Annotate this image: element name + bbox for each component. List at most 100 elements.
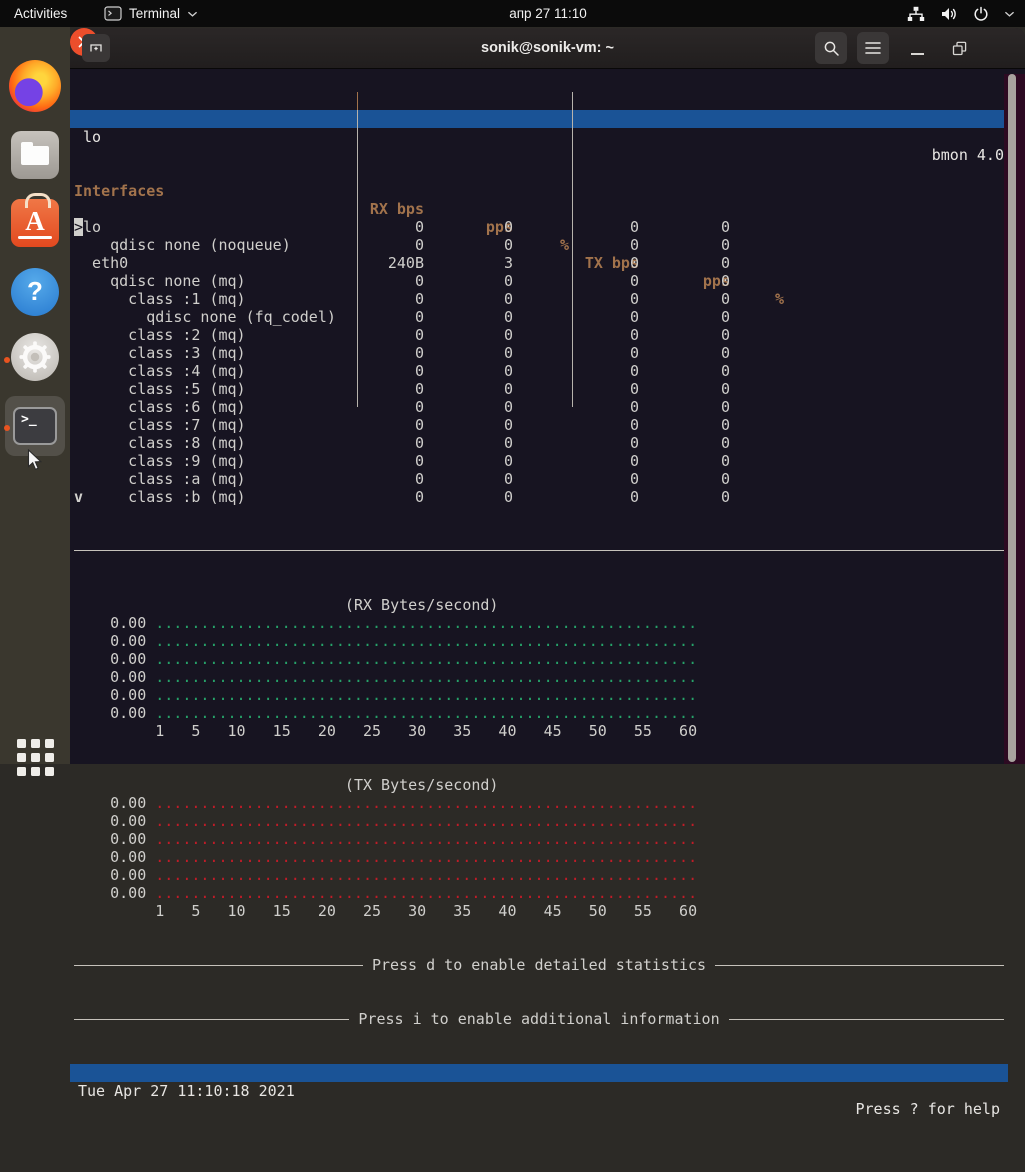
stat-value: 0 <box>423 290 513 308</box>
dock-item-help[interactable]: ? <box>11 268 59 316</box>
graph-dots: ........................................… <box>155 830 697 848</box>
graph-line: 0.00....................................… <box>70 668 1008 686</box>
graph-line: 0.00....................................… <box>70 794 1008 812</box>
graph-line: 0.00....................................… <box>70 650 1008 668</box>
bmon-table-row: class :9 (mq)0000 <box>70 452 1008 470</box>
scrollbar-thumb[interactable] <box>1008 74 1016 762</box>
message-text: Press i to enable additional information <box>349 1010 728 1028</box>
stat-value: 0 <box>640 344 730 362</box>
software-letter: A <box>11 206 59 237</box>
files-icon <box>21 146 49 165</box>
stat-value: 0 <box>334 452 424 470</box>
stat-value: 0 <box>640 236 730 254</box>
dash-rule <box>74 1019 349 1020</box>
graph-y-label: 0.00 <box>74 848 146 866</box>
column-separator <box>572 92 573 407</box>
graph-dots: ........................................… <box>155 794 697 812</box>
stat-value: 0 <box>549 290 639 308</box>
bmon-table-row: class :1 (mq)0000 <box>70 290 1008 308</box>
graph-y-label: 0.00 <box>74 866 146 884</box>
stat-value: 0 <box>549 398 639 416</box>
stat-value: 0 <box>334 380 424 398</box>
app-grid-button[interactable] <box>17 739 53 775</box>
stat-value: 0 <box>423 398 513 416</box>
terminal-app-icon <box>104 6 122 21</box>
graph-y-label: 0.00 <box>74 632 146 650</box>
bmon-selected-interface: lo <box>83 128 101 146</box>
stat-value: 0 <box>640 326 730 344</box>
stat-value: 0 <box>334 236 424 254</box>
stat-value: 0 <box>423 236 513 254</box>
dash-rule <box>74 965 363 966</box>
menu-button[interactable] <box>857 32 889 64</box>
terminal-screen[interactable]: lo bmon 4.0 Interfaces RX bps pps % TX b… <box>70 74 1008 758</box>
minimize-button[interactable] <box>902 33 932 63</box>
interface-label: qdisc none (noqueue) <box>110 236 291 254</box>
stat-value: 0 <box>640 434 730 452</box>
activities-button[interactable]: Activities <box>14 0 67 27</box>
graph-line: 0.00....................................… <box>70 812 1008 830</box>
app-menu-label: Terminal <box>129 6 180 21</box>
status-bar: Tue Apr 27 11:10:18 2021 Press ? for hel… <box>70 1064 1008 1082</box>
interface-label: class :5 (mq) <box>128 380 245 398</box>
interface-label: class :7 (mq) <box>128 416 245 434</box>
bmon-table-row: class :4 (mq)0000 <box>70 362 1008 380</box>
stat-value: 0 <box>334 272 424 290</box>
graph-line: 0.00....................................… <box>70 614 1008 632</box>
tray-chevron-icon <box>1004 10 1015 18</box>
dock-item-files[interactable] <box>11 131 59 179</box>
interface-label: class :9 (mq) <box>128 452 245 470</box>
dock-item-settings[interactable] <box>11 333 59 381</box>
message-line: Press d to enable detailed statistics <box>70 956 1008 974</box>
interface-label: class :3 (mq) <box>128 344 245 362</box>
app-menu[interactable]: Terminal <box>104 0 198 27</box>
graph-title: (TX Bytes/second) <box>70 776 1008 794</box>
graph-y-label: 0.00 <box>74 884 146 902</box>
message-line: Press i to enable additional information <box>70 1010 1008 1028</box>
titlebar[interactable]: sonik@sonik-vm: ~ <box>70 28 1025 69</box>
maximize-button[interactable] <box>944 33 974 63</box>
dock-item-ubuntu-software[interactable]: A <box>11 199 59 247</box>
graph-dots: ........................................… <box>155 686 697 704</box>
graph-line: 0.00....................................… <box>70 884 1008 902</box>
bmon-table-row: class :5 (mq)0000 <box>70 380 1008 398</box>
stat-value: 0 <box>334 326 424 344</box>
search-button[interactable] <box>815 32 847 64</box>
tx-graph: (TX Bytes/second)0.00...................… <box>70 776 1008 920</box>
graph-y-label: 0.00 <box>74 686 146 704</box>
clock[interactable]: апр 27 11:10 <box>509 0 587 27</box>
power-icon <box>973 6 989 22</box>
stat-value: 0 <box>640 488 730 506</box>
interface-label: class :2 (mq) <box>128 326 245 344</box>
stat-value: 0 <box>423 308 513 326</box>
stat-value: 0 <box>640 470 730 488</box>
bmon-table-row: >lo0000 <box>70 218 1008 236</box>
stat-value: 0 <box>640 254 730 272</box>
stat-value: 0 <box>549 344 639 362</box>
settings-gear-icon <box>18 340 52 374</box>
stat-value: 0 <box>549 452 639 470</box>
bmon-table-row: class :6 (mq)0000 <box>70 398 1008 416</box>
graph-dots: ........................................… <box>155 632 697 650</box>
stat-value: 0 <box>549 488 639 506</box>
mouse-cursor <box>27 449 43 471</box>
header-interfaces: Interfaces <box>74 182 164 200</box>
dock-item-firefox[interactable] <box>9 60 61 112</box>
dash-rule <box>715 965 1004 966</box>
graph-dots: ........................................… <box>155 704 697 722</box>
table-bottom-separator <box>70 542 1008 560</box>
system-tray[interactable] <box>907 0 1015 27</box>
top-bar: Activities Terminal апр 27 11:10 <box>0 0 1025 27</box>
stat-value: 0 <box>334 362 424 380</box>
interface-label: class :a (mq) <box>128 470 245 488</box>
stat-value: 0 <box>423 470 513 488</box>
stat-value: 0 <box>423 416 513 434</box>
stat-value: 0 <box>640 290 730 308</box>
stat-value: 0 <box>640 308 730 326</box>
bmon-table-row: eth0240B300 <box>70 254 1008 272</box>
dash-rule <box>729 1019 1004 1020</box>
graph-x-axis: 1 5 10 15 20 25 30 35 40 45 50 55 60 <box>70 902 1008 920</box>
interface-label: class :6 (mq) <box>128 398 245 416</box>
dock-item-terminal[interactable]: >_ <box>5 396 65 456</box>
interface-label: class :8 (mq) <box>128 434 245 452</box>
